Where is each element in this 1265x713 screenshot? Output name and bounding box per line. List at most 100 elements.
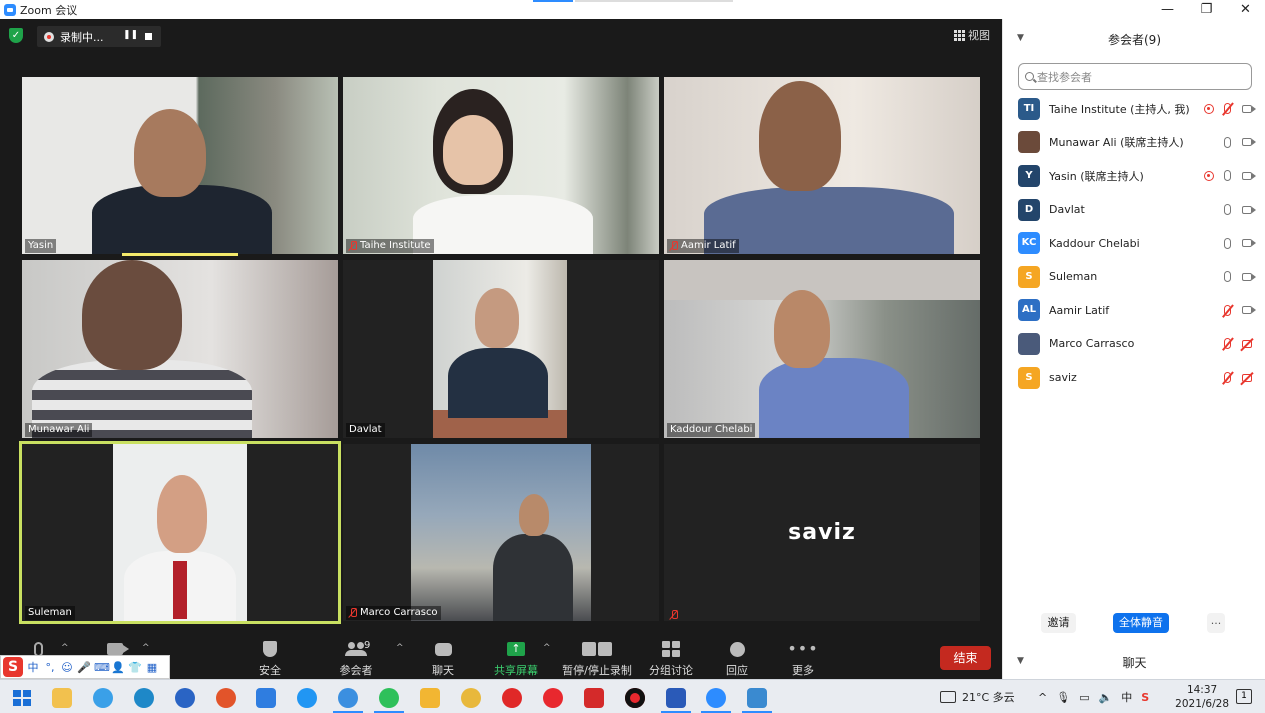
video-tile-davlat[interactable]: Davlat [343,260,659,438]
participant-search-input[interactable]: 查找参会者 [1018,63,1252,90]
camera-icon[interactable] [1242,205,1256,214]
invite-button[interactable]: 邀请 [1041,613,1076,633]
window-title: Zoom 会议 [20,3,78,17]
participants-button[interactable]: 9 参会者 [326,639,386,678]
share-screen-button[interactable]: ↑ 共享屏幕 [486,639,546,678]
green-yellow-app-icon[interactable] [461,688,481,708]
ime-skin-icon[interactable]: 👕 [128,661,142,674]
video-tile-suleman[interactable]: Suleman [19,441,341,624]
camera-off-icon[interactable] [1242,373,1252,382]
participant-row[interactable]: Y Yasin (联席主持人) [1003,159,1265,193]
mute-all-button[interactable]: 全体静音 [1113,613,1169,633]
ie-browser-icon[interactable] [93,688,113,708]
pause-stop-recording-button[interactable]: 暂停/停止录制 [559,639,635,678]
video-tile-kaddour-chelabi[interactable]: Kaddour Chelabi [664,260,980,438]
video-tile-taihe-institute[interactable]: Taihe Institute [343,77,659,254]
wps-writer-icon[interactable] [256,688,276,708]
reactions-button[interactable]: 回应 [707,639,767,678]
weibo-icon[interactable] [502,688,522,708]
mic-muted-icon[interactable] [1224,304,1231,316]
maximize-button[interactable]: ❐ [1187,0,1226,19]
participant-row[interactable]: Marco Carrasco [1003,327,1265,361]
ime-keyboard-icon[interactable]: ⌨ [94,661,110,674]
minimize-button[interactable]: — [1148,0,1187,19]
encryption-shield-icon[interactable]: ✓ [9,28,23,43]
participant-row[interactable]: Munawar Ali (联席主持人) [1003,126,1265,160]
camera-off-icon[interactable] [1242,339,1252,348]
video-options-caret[interactable]: ^ [142,643,150,653]
360-security-icon[interactable] [175,688,195,708]
participants-options-caret[interactable]: ^ [396,643,404,653]
ime-emoji-icon[interactable]: ☺ [60,661,74,674]
camera-icon[interactable] [1242,239,1256,248]
yellow-app-icon[interactable] [420,688,440,708]
breakout-rooms-button[interactable]: 分组讨论 [641,639,701,678]
share-options-caret[interactable]: ^ [543,643,551,653]
show-hidden-icons-icon[interactable]: ^ [1038,691,1047,704]
mic-icon[interactable] [1224,170,1231,182]
ime-voice-icon[interactable]: 🎤 [77,661,91,674]
participant-row[interactable]: TI Taihe Institute (主持人, 我) [1003,92,1265,126]
ime-language-indicator[interactable]: 中 [1121,689,1132,705]
participant-name: Kaddour Chelabi [1049,236,1140,250]
word-icon[interactable] [666,688,686,708]
mic-muted-icon[interactable] [1224,372,1231,384]
record-app-icon[interactable] [625,688,645,708]
pause-recording-icon[interactable]: ❚❚ [123,30,138,40]
mic-icon[interactable] [1224,204,1231,216]
camera-icon[interactable] [1242,138,1256,147]
volume-icon[interactable]: 🔈 [1099,691,1113,704]
ime-toolbar[interactable]: S 中 °, ☺ 🎤 ⌨ 👤 👕 ▦ [0,655,170,679]
mic-muted-icon[interactable] [1224,338,1231,350]
participant-row[interactable]: Ssaviz [1003,361,1265,395]
notification-center-icon[interactable]: 1 [1236,689,1252,704]
mic-icon[interactable] [1224,136,1231,148]
view-button[interactable]: 视图 [954,27,990,43]
end-meeting-button[interactable]: 结束 [940,646,991,670]
feishu-icon[interactable] [297,688,317,708]
sogou-tray-icon[interactable]: S [1141,691,1149,704]
ime-mode[interactable]: 中 [26,659,40,675]
camera-icon[interactable] [1242,171,1256,180]
mic-options-caret[interactable]: ^ [61,643,69,653]
photos-icon[interactable] [747,688,767,708]
sogou-ime-icon[interactable]: S [3,657,23,677]
video-tile-marco-carrasco[interactable]: Marco Carrasco [343,444,659,621]
close-button[interactable]: ✕ [1226,0,1265,19]
weather-widget[interactable]: 21°C 多云 [940,680,1015,713]
camera-icon[interactable] [1242,272,1256,281]
mic-muted-icon[interactable] [1224,103,1231,115]
red-app-icon[interactable] [543,688,563,708]
zoom-taskbar-icon[interactable] [706,688,726,708]
video-tile-munawar-ali[interactable]: Munawar Ali [22,260,338,438]
video-tile-saviz[interactable]: saviz [664,444,980,621]
participant-row[interactable]: KC Kaddour Chelabi [1003,226,1265,260]
chat-button[interactable]: 聊天 [413,639,473,678]
more-options-button[interactable]: ... [1207,613,1225,633]
ime-punct[interactable]: °, [43,661,57,674]
netease-icon[interactable] [584,688,604,708]
microphone-tray-icon[interactable]: 🎙 [1056,691,1070,704]
edge-browser-icon[interactable] [134,688,154,708]
taskbar-clock[interactable]: 14:37 2021/6/28 [1175,683,1229,711]
file-explorer-icon[interactable] [52,688,72,708]
camera-icon[interactable] [1242,306,1256,315]
more-button[interactable]: ••• 更多 [773,639,833,678]
search-app-icon[interactable] [338,688,358,708]
wechat-icon[interactable] [379,688,399,708]
mic-icon[interactable] [1224,271,1231,283]
chrome-browser-icon[interactable] [216,688,236,708]
windows-start-icon[interactable] [11,688,31,708]
video-tile-aamir-latif[interactable]: Aamir Latif [664,77,980,254]
ime-user-icon[interactable]: 👤 [111,661,125,674]
participant-row[interactable]: D Davlat [1003,193,1265,227]
mic-icon[interactable] [1224,237,1231,249]
participant-row[interactable]: S Suleman [1003,260,1265,294]
video-tile-yasin[interactable]: Yasin [22,77,338,256]
battery-icon[interactable]: ▭ [1079,691,1089,704]
camera-icon[interactable] [1242,104,1256,113]
participant-row[interactable]: AL Aamir Latif [1003,294,1265,328]
ime-tools-icon[interactable]: ▦ [145,661,159,674]
security-button[interactable]: 安全 [240,639,300,678]
stop-recording-icon[interactable] [145,33,152,40]
